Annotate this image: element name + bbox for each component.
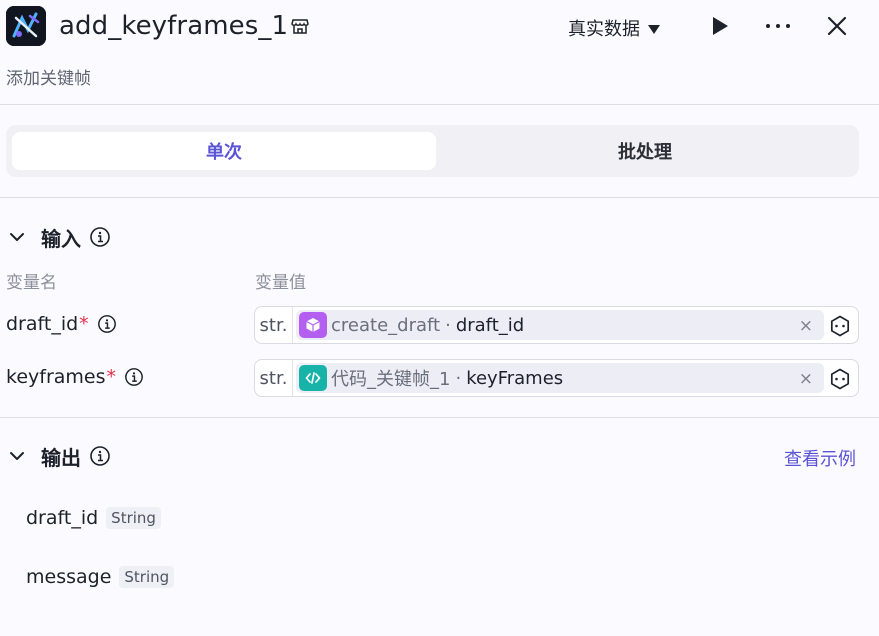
variable-reference-chip[interactable]: create_draft · draft_id × <box>296 310 824 340</box>
divider <box>0 417 879 418</box>
info-icon[interactable] <box>124 367 144 387</box>
panel-header: add_keyframes_1 真实数据 <box>0 0 879 54</box>
variable-picker-icon[interactable] <box>828 367 852 391</box>
param-value-draft-id[interactable]: str. create_draft · draft_id × <box>254 306 859 344</box>
required-mark: * <box>106 366 117 388</box>
ref-node-name: create_draft <box>331 314 441 336</box>
tab-batch[interactable]: 批处理 <box>436 132 854 170</box>
output-field-name: message <box>26 566 112 588</box>
output-field-row: message String <box>26 566 175 588</box>
close-icon[interactable] <box>823 12 851 40</box>
input-section-title: 输入 <box>41 226 81 251</box>
logo-icon <box>6 6 46 46</box>
input-section-header: 输入 <box>6 222 111 252</box>
info-icon[interactable] <box>89 445 111 467</box>
required-mark: * <box>79 313 89 335</box>
param-name-draft-id: draft_id * <box>6 313 117 335</box>
mode-tabs: 单次 批处理 <box>6 125 859 177</box>
variable-picker-icon[interactable] <box>828 314 852 338</box>
info-icon[interactable] <box>89 226 111 248</box>
type-label: str. <box>255 307 293 343</box>
ref-variable-name: keyFrames <box>466 367 564 389</box>
app-logo <box>6 6 46 46</box>
clear-reference-button[interactable]: × <box>799 369 813 389</box>
output-section-header: 输出 <box>6 441 111 471</box>
type-badge: String <box>106 507 161 529</box>
output-section-title: 输出 <box>41 445 81 470</box>
code-icon <box>299 365 327 391</box>
type-badge: String <box>119 566 175 588</box>
cube-icon <box>299 312 327 338</box>
output-field-name: draft_id <box>26 507 99 529</box>
divider <box>0 197 879 198</box>
node-title: add_keyframes_1 <box>59 11 289 41</box>
chevron-down-icon[interactable] <box>6 226 28 248</box>
variable-reference-chip[interactable]: 代码_关键帧_1 · keyFrames × <box>296 363 824 393</box>
output-field-row: draft_id String <box>26 507 161 529</box>
param-value-keyframes[interactable]: str. 代码_关键帧_1 · keyFrames × <box>254 359 859 397</box>
data-mode-label: 真实数据 <box>568 19 640 40</box>
node-description: 添加关键帧 <box>6 69 91 89</box>
param-name-label: draft_id <box>6 313 79 335</box>
data-mode-dropdown[interactable]: 真实数据 <box>568 14 660 42</box>
view-example-link[interactable]: 查看示例 <box>784 445 856 471</box>
ref-variable-name: draft_id <box>455 314 525 336</box>
ref-separator: · <box>445 314 451 336</box>
play-icon[interactable] <box>706 12 734 40</box>
tab-single[interactable]: 单次 <box>12 132 436 170</box>
chevron-down-icon[interactable] <box>6 445 28 467</box>
ref-separator: · <box>455 367 462 389</box>
type-label: str. <box>255 360 293 396</box>
param-name-keyframes: keyframes * <box>6 366 144 388</box>
column-header-value: 变量值 <box>255 273 306 293</box>
clear-reference-button[interactable]: × <box>799 316 813 336</box>
more-icon[interactable] <box>762 12 794 40</box>
divider <box>0 104 879 105</box>
info-icon[interactable] <box>97 314 117 334</box>
caret-down-icon <box>648 24 660 34</box>
store-icon[interactable] <box>290 16 310 36</box>
ref-node-name: 代码_关键帧_1 <box>331 369 451 390</box>
column-header-name: 变量名 <box>6 273 57 293</box>
param-name-label: keyframes <box>6 366 106 388</box>
